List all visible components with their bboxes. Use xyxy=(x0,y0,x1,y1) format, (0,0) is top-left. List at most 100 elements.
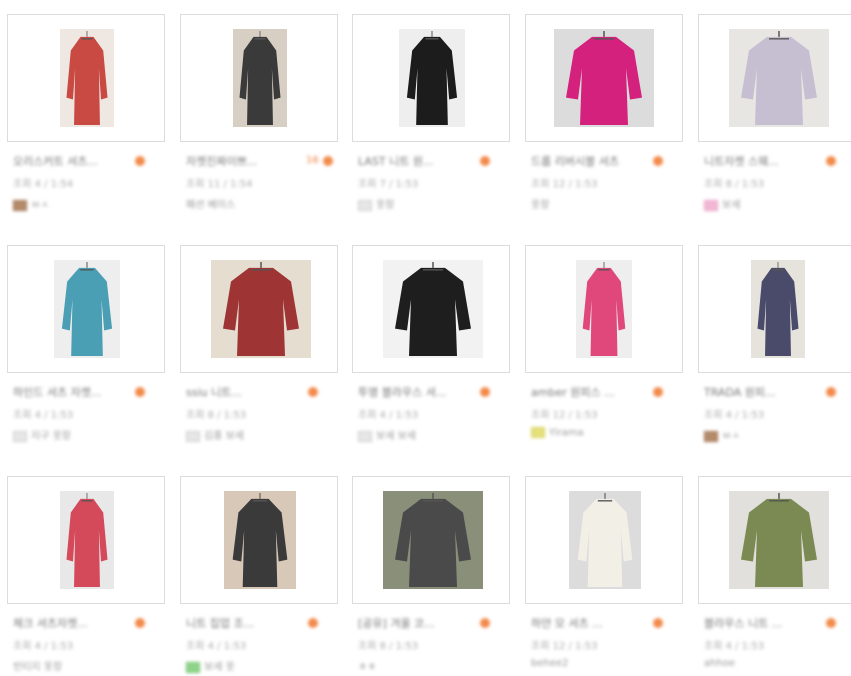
product-card[interactable]: 자켓진짜이쁘... 16 조회 11 / 1:54 패션 베이스 xyxy=(180,14,338,214)
product-card[interactable]: TRADA 원피... 조회 4 / 1:53 ㅂㅅ xyxy=(698,245,851,445)
product-photo xyxy=(729,29,829,127)
product-title-row[interactable]: 블라우스 니트 ... xyxy=(704,612,851,631)
product-card[interactable]: LAST 니트 원... 조회 7 / 1:53 옷장 xyxy=(352,14,510,214)
product-thumbnail[interactable] xyxy=(352,476,510,604)
product-thumbnail[interactable] xyxy=(698,245,851,373)
seller-info[interactable]: 보세 옷 xyxy=(186,658,336,673)
product-card[interactable]: 오리스커트 셔츠... 조회 4 / 1:54 ㅂㅅ xyxy=(7,14,165,214)
product-title-row[interactable]: 니트자켓 스웨... xyxy=(704,150,851,169)
seller-info[interactable]: 빈티지 옷장 xyxy=(13,658,163,673)
product-card[interactable]: ssiu 니트... 조회 8 / 1:53 김홍 보세 xyxy=(180,245,338,445)
product-thumbnail[interactable] xyxy=(7,476,165,604)
product-thumbnail[interactable] xyxy=(180,476,338,604)
product-card[interactable]: amber 원피스 ... 조회 12 / 1:53 Yirama xyxy=(525,245,683,445)
product-thumbnail[interactable] xyxy=(525,476,683,604)
product-thumbnail[interactable] xyxy=(7,245,165,373)
product-title[interactable]: [공유] 겨울 코... xyxy=(358,615,476,631)
product-title-row[interactable]: 하얀 모 셔츠 ... xyxy=(531,612,681,631)
seller-name[interactable]: 옷장 xyxy=(531,200,549,211)
product-title[interactable]: LAST 니트 원... xyxy=(358,153,476,169)
product-title[interactable]: 블라우스 니트 ... xyxy=(704,615,822,631)
seller-name[interactable]: 보세 xyxy=(722,200,740,211)
seller-name[interactable]: ㅎㅎ xyxy=(358,662,376,673)
seller-info[interactable]: 보세 xyxy=(704,196,851,211)
product-title[interactable]: 니트자켓 스웨... xyxy=(704,153,822,169)
product-title-row[interactable]: 니트 집업 조... xyxy=(186,612,336,631)
garment-image xyxy=(566,30,642,126)
product-title-row[interactable]: 드롭 리버시블 셔츠 xyxy=(531,150,681,169)
product-title-row[interactable]: TRADA 원피... xyxy=(704,381,851,400)
product-title[interactable]: 오리스커트 셔츠... xyxy=(13,153,131,169)
product-thumbnail[interactable] xyxy=(525,14,683,142)
seller-name[interactable]: 보세 옷 xyxy=(204,662,235,673)
product-title-row[interactable]: [공유] 겨울 코... xyxy=(358,612,508,631)
product-title[interactable]: 드롭 리버시블 셔츠 xyxy=(531,153,649,169)
product-thumbnail[interactable] xyxy=(352,14,510,142)
product-title-row[interactable]: 하인드 셔츠 자켓... xyxy=(13,381,163,400)
seller-name[interactable]: ahhoe xyxy=(704,658,735,669)
seller-info[interactable]: ㅂㅅ xyxy=(13,196,163,211)
seller-info[interactable]: 보세 보세 xyxy=(358,427,508,442)
product-thumbnail[interactable] xyxy=(525,245,683,373)
product-title[interactable]: amber 원피스 ... xyxy=(531,384,649,400)
product-meta: TRADA 원피... 조회 4 / 1:53 ㅂㅅ xyxy=(704,381,851,442)
product-thumbnail[interactable] xyxy=(352,245,510,373)
seller-name[interactable]: behee2 xyxy=(531,658,569,669)
product-meta: 하얀 모 셔츠 ... 조회 12 / 1:53 behee2 xyxy=(531,612,681,669)
product-photo xyxy=(383,260,483,358)
seller-info[interactable]: 옷장 xyxy=(358,196,508,211)
garment-image xyxy=(395,261,471,357)
product-title[interactable]: 체크 셔츠자켓... xyxy=(13,615,131,631)
seller-info[interactable]: ㅎㅎ xyxy=(358,658,508,673)
garment-image xyxy=(223,261,299,357)
product-thumbnail[interactable] xyxy=(180,245,338,373)
product-title[interactable]: 자켓진짜이쁘... xyxy=(186,153,304,169)
seller-name[interactable]: ㅂㅅ xyxy=(722,431,740,442)
product-title[interactable]: 투명 블라우스 셔... xyxy=(358,384,476,400)
product-photo xyxy=(569,491,641,589)
product-card[interactable]: 하얀 모 셔츠 ... 조회 12 / 1:53 behee2 xyxy=(525,476,683,676)
product-title[interactable]: 니트 집업 조... xyxy=(186,615,304,631)
product-thumbnail[interactable] xyxy=(7,14,165,142)
seller-info[interactable]: 김홍 보세 xyxy=(186,427,336,442)
seller-name[interactable]: 지구 옷장 xyxy=(31,431,71,442)
product-title-row[interactable]: 오리스커트 셔츠... xyxy=(13,150,163,169)
product-photo xyxy=(729,491,829,589)
seller-info[interactable]: 패션 베이스 xyxy=(186,196,336,211)
product-card[interactable]: [공유] 겨울 코... 조회 8 / 1:53 ㅎㅎ xyxy=(352,476,510,676)
product-card[interactable]: 체크 셔츠자켓... 조회 4 / 1:53 빈티지 옷장 xyxy=(7,476,165,676)
product-thumbnail[interactable] xyxy=(698,476,851,604)
product-card[interactable]: 투명 블라우스 셔... 조회 4 / 1:53 보세 보세 xyxy=(352,245,510,445)
product-title-row[interactable]: amber 원피스 ... xyxy=(531,381,681,400)
product-card[interactable]: 드롭 리버시블 셔츠 조회 12 / 1:53 옷장 xyxy=(525,14,683,214)
product-title-row[interactable]: LAST 니트 원... xyxy=(358,150,508,169)
seller-info[interactable]: 옷장 xyxy=(531,196,681,211)
seller-name[interactable]: 빈티지 옷장 xyxy=(13,662,62,673)
seller-name[interactable]: 김홍 보세 xyxy=(204,431,244,442)
product-card[interactable]: 하인드 셔츠 자켓... 조회 4 / 1:53 지구 옷장 xyxy=(7,245,165,445)
product-title-row[interactable]: ssiu 니트... xyxy=(186,381,336,400)
product-card[interactable]: 니트자켓 스웨... 조회 8 / 1:53 보세 xyxy=(698,14,851,214)
seller-info[interactable]: ahhoe xyxy=(704,658,851,669)
seller-name[interactable]: 옷장 xyxy=(376,200,394,211)
seller-info[interactable]: ㅂㅅ xyxy=(704,427,851,442)
product-card[interactable]: 니트 집업 조... 조회 4 / 1:53 보세 옷 xyxy=(180,476,338,676)
seller-name[interactable]: 보세 보세 xyxy=(376,431,416,442)
seller-name[interactable]: 패션 베이스 xyxy=(186,200,235,211)
product-title-row[interactable]: 체크 셔츠자켓... xyxy=(13,612,163,631)
seller-info[interactable]: Yirama xyxy=(531,427,681,439)
seller-name[interactable]: ㅂㅅ xyxy=(31,200,49,211)
product-thumbnail[interactable] xyxy=(698,14,851,142)
product-thumbnail[interactable] xyxy=(180,14,338,142)
seller-info[interactable]: behee2 xyxy=(531,658,681,669)
product-title[interactable]: ssiu 니트... xyxy=(186,384,304,400)
seller-info[interactable]: 지구 옷장 xyxy=(13,427,163,442)
garment-image xyxy=(741,492,817,588)
product-title[interactable]: 하얀 모 셔츠 ... xyxy=(531,615,649,631)
product-title-row[interactable]: 자켓진짜이쁘... 16 xyxy=(186,150,336,169)
product-card[interactable]: 블라우스 니트 ... 조회 4 / 1:53 ahhoe xyxy=(698,476,851,676)
product-title[interactable]: 하인드 셔츠 자켓... xyxy=(13,384,131,400)
product-title[interactable]: TRADA 원피... xyxy=(704,384,822,400)
seller-name[interactable]: Yirama xyxy=(549,428,584,439)
product-title-row[interactable]: 투명 블라우스 셔... xyxy=(358,381,508,400)
